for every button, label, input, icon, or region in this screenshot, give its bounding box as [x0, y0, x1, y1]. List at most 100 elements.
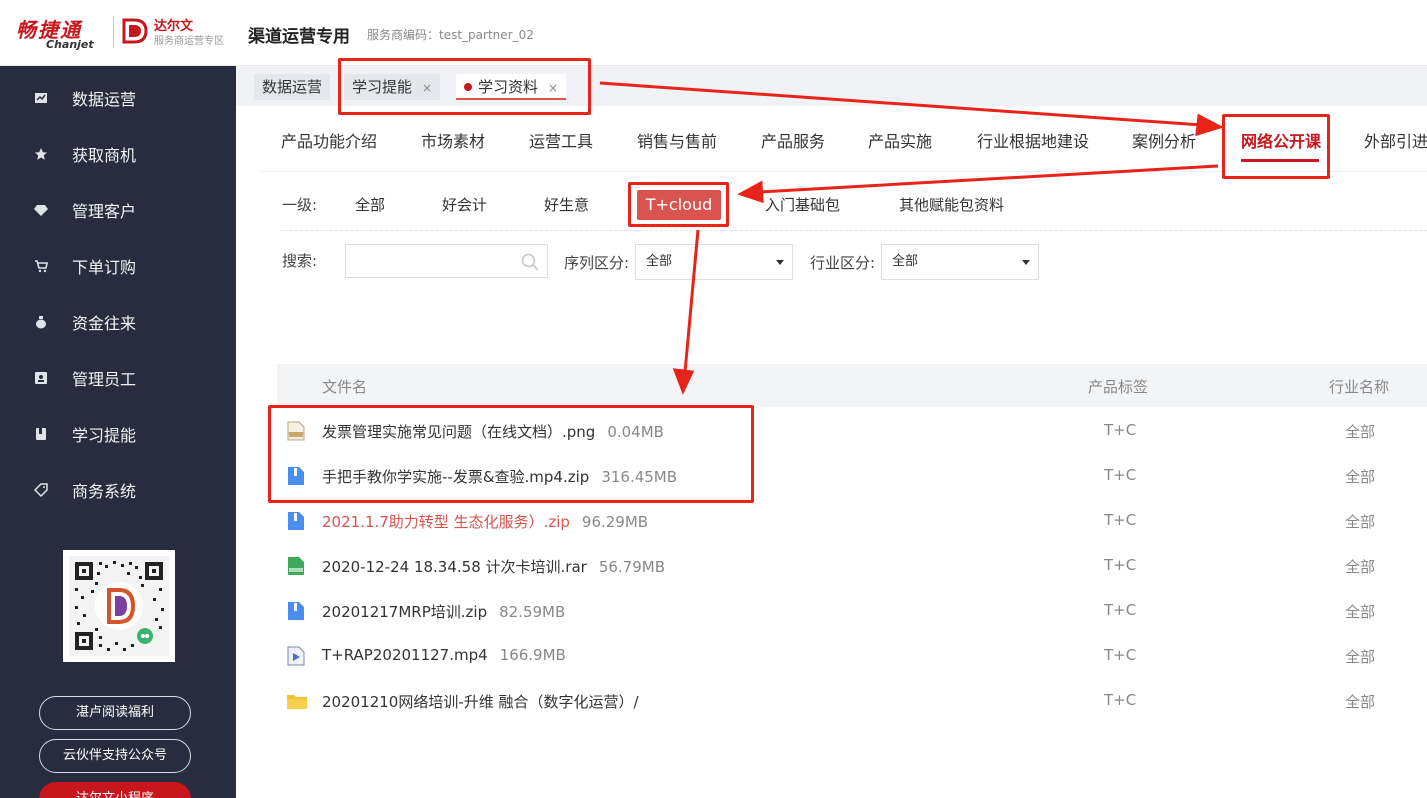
category-tabs: 产品功能介绍 市场素材 运营工具 销售与售前 产品服务 产品实施 行业根据地建设… — [260, 106, 1427, 172]
public-account-button[interactable]: 云伙伴支持公众号 — [39, 739, 191, 773]
tab-learning-materials[interactable]: 学习资料 × — [456, 74, 567, 100]
file-name-text: 20201210网络培训-升维 融合（数字化运营）/ — [322, 693, 639, 711]
level-basic-pack[interactable]: 入门基础包 — [765, 194, 840, 215]
series-label: 序列区分: — [564, 254, 630, 272]
filter-panel: 一级: 全部 好会计 好生意 T+cloud 入门基础包 其他赋能包资料 搜索:… — [260, 172, 1427, 298]
table-row[interactable]: 20201210网络培训-升维 融合（数字化运营）/ T+C 全部 — [277, 678, 1427, 723]
sidebar-item-business[interactable]: 商务系统 — [0, 462, 236, 518]
active-dot-icon — [464, 82, 472, 91]
file-name[interactable]: 2020-12-24 18.34.58 计次卡培训.rar 56.79MB — [322, 556, 665, 577]
qr-code — [63, 550, 175, 662]
folder-icon — [287, 695, 307, 709]
product-tag: T+C — [1104, 511, 1137, 529]
book-icon — [36, 428, 46, 440]
level-all[interactable]: 全部 — [355, 194, 385, 215]
industry-name: 全部 — [1345, 693, 1376, 711]
sidebar-item-customers[interactable]: 管理客户 — [0, 182, 236, 238]
close-icon[interactable]: × — [548, 81, 558, 95]
table-row[interactable]: 20201217MRP培训.zip 82.59MB T+C 全部 — [277, 588, 1427, 633]
industry-name: 全部 — [1345, 558, 1376, 576]
level-label: 一级: — [282, 196, 318, 214]
file-size: 166.9MB — [499, 646, 566, 664]
file-name[interactable]: T+RAP20201127.mp4 166.9MB — [322, 646, 566, 664]
darwin-logo-icon — [122, 18, 148, 44]
star-icon — [35, 148, 47, 160]
sidebar-item-learning[interactable]: 学习提能 — [0, 406, 236, 462]
product-tag: T+C — [1104, 556, 1137, 574]
file-name[interactable]: 20201217MRP培训.zip 82.59MB — [322, 601, 565, 622]
file-name[interactable]: 20201210网络培训-升维 融合（数字化运营）/ — [322, 691, 639, 712]
sidebar-item-staff[interactable]: 管理员工 — [0, 350, 236, 406]
level-other-pack[interactable]: 其他赋能包资料 — [899, 194, 1004, 215]
sidebar-item-label: 资金往来 — [72, 314, 137, 333]
industry-name: 全部 — [1345, 513, 1376, 531]
file-name-text: 2021.1.7助力转型 生态化服务）.zip — [322, 513, 570, 531]
sidebar-item-label: 数据运营 — [72, 90, 137, 109]
tab-industry-base[interactable]: 行业根据地建设 — [977, 128, 1089, 152]
file-size: 316.45MB — [601, 468, 678, 486]
tab-implementation[interactable]: 产品实施 — [868, 128, 932, 152]
tab-learning[interactable]: 学习提能 × — [344, 74, 441, 100]
rar-file-icon — [288, 557, 304, 575]
sidebar-item-data-ops[interactable]: 数据运营 — [0, 70, 236, 126]
sidebar-item-label: 下单订购 — [72, 258, 137, 277]
level-tcloud[interactable]: T+cloud — [637, 190, 721, 220]
tab-label: 学习提能 — [352, 78, 413, 96]
search-icon[interactable] — [521, 253, 539, 271]
file-name[interactable]: 发票管理实施常见问题（在线文档）.png 0.04MB — [322, 421, 664, 442]
tab-ops-tools[interactable]: 运营工具 — [529, 128, 593, 152]
sidebar-item-label: 商务系统 — [72, 482, 137, 501]
column-filename: 文件名 — [322, 378, 368, 396]
table-row[interactable]: T+RAP20201127.mp4 166.9MB T+C 全部 — [277, 633, 1427, 678]
series-select[interactable]: 全部 — [635, 244, 793, 280]
file-name[interactable]: 手把手教你学实施--发票&查验.mp4.zip 316.45MB — [322, 466, 677, 487]
mini-program-button[interactable]: 达尔文小程序 — [39, 782, 191, 798]
tab-product-service[interactable]: 产品服务 — [761, 128, 825, 152]
level-hao-kuaiji[interactable]: 好会计 — [442, 194, 487, 215]
product-tag: T+C — [1104, 421, 1137, 439]
brand-sub-text: Chanjet — [46, 38, 94, 51]
level-hao-shengyi[interactable]: 好生意 — [544, 194, 589, 215]
chart-icon — [35, 93, 47, 103]
id-card-icon — [35, 372, 47, 384]
sidebar-item-orders[interactable]: 下单订购 — [0, 238, 236, 294]
file-size: 82.59MB — [499, 603, 566, 621]
product-tag: T+C — [1104, 601, 1137, 619]
table-row[interactable]: 2021.1.7助力转型 生态化服务）.zip 96.29MB T+C 全部 — [277, 498, 1427, 543]
industry-name: 全部 — [1345, 423, 1376, 441]
industry-select[interactable]: 全部 — [881, 244, 1039, 280]
sidebar-item-label: 学习提能 — [72, 426, 137, 445]
tab-marketing[interactable]: 市场素材 — [421, 128, 485, 152]
qr-code-image — [69, 556, 169, 656]
tab-case-analysis[interactable]: 案例分析 — [1132, 128, 1196, 152]
tab-presales[interactable]: 销售与售前 — [637, 128, 717, 152]
tab-data-ops[interactable]: 数据运营 — [254, 74, 331, 100]
sidebar-item-leads[interactable]: 获取商机 — [0, 126, 236, 182]
chevron-down-icon — [776, 260, 784, 265]
search-field[interactable] — [345, 244, 548, 278]
sidebar-item-funds[interactable]: 资金往来 — [0, 294, 236, 350]
file-size: 56.79MB — [598, 558, 665, 576]
table-row[interactable]: 手把手教你学实施--发票&查验.mp4.zip 316.45MB T+C 全部 — [277, 453, 1427, 498]
active-tab-underline — [1241, 159, 1319, 162]
file-name-text: 20201217MRP培训.zip — [322, 603, 488, 621]
industry-name: 全部 — [1345, 468, 1376, 486]
close-icon[interactable]: × — [422, 81, 432, 95]
column-industry: 行业名称 — [1329, 378, 1390, 396]
table-row[interactable]: 发票管理实施常见问题（在线文档）.png 0.04MB T+C 全部 — [277, 408, 1427, 453]
file-name-text: 手把手教你学实施--发票&查验.mp4.zip — [322, 468, 590, 486]
search-input[interactable] — [346, 245, 516, 277]
tab-online-course[interactable]: 网络公开课 — [1241, 128, 1321, 152]
sidebar: 数据运营 获取商机 管理客户 下单订购 资金往来 管理员工 学习提能 商务系统 — [0, 66, 236, 798]
tab-product-intro[interactable]: 产品功能介绍 — [281, 128, 377, 152]
tab-external[interactable]: 外部引进 — [1364, 128, 1427, 152]
file-name-text: 2020-12-24 18.34.58 计次卡培训.rar — [322, 558, 587, 576]
reading-benefits-button[interactable]: 湛卢阅读福利 — [39, 696, 191, 730]
table-row[interactable]: 2020-12-24 18.34.58 计次卡培训.rar 56.79MB T+C… — [277, 543, 1427, 588]
product-tag: T+C — [1104, 691, 1137, 709]
tab-label: 学习资料 — [478, 78, 539, 96]
file-name[interactable]: 2021.1.7助力转型 生态化服务）.zip 96.29MB — [322, 511, 648, 532]
page-title: 渠道运营专用 — [248, 27, 350, 47]
industry-name: 全部 — [1345, 648, 1376, 666]
chevron-down-icon — [1022, 260, 1030, 265]
